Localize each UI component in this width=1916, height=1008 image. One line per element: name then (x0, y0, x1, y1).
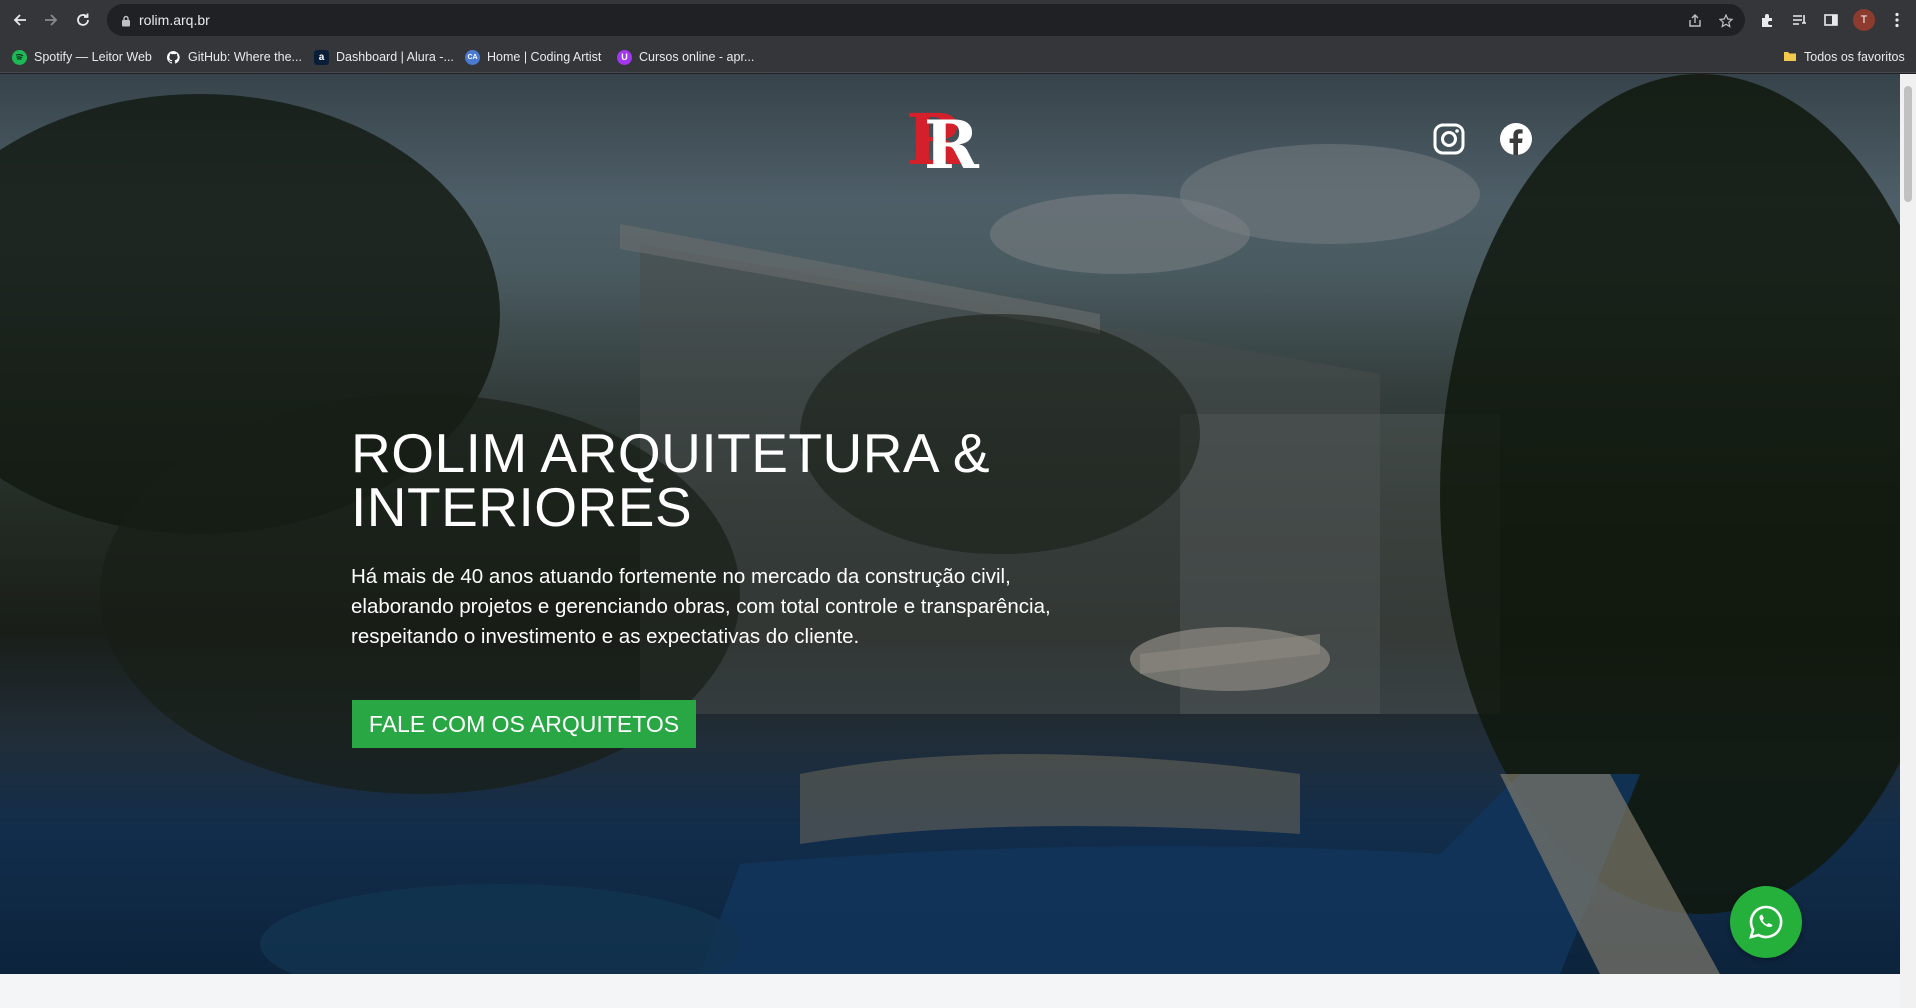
page-viewport: R R ROLIM ARQUITETURA & INTERIORES Há ma… (0, 74, 1916, 1008)
url-text: rolim.arq.br (139, 12, 210, 28)
bookmark-udemy[interactable]: U Cursos online - apr... (617, 47, 754, 67)
side-panel-icon[interactable] (1821, 10, 1841, 30)
bookmark-github[interactable]: GitHub: Where the... (166, 47, 302, 67)
back-arrow-icon[interactable] (9, 9, 31, 31)
whatsapp-button[interactable] (1730, 886, 1802, 958)
bookmark-label: GitHub: Where the... (188, 50, 302, 64)
all-bookmarks[interactable]: Todos os favoritos (1783, 47, 1905, 67)
extensions-icon[interactable] (1757, 10, 1777, 30)
browser-toolbar: rolim.arq.br T (0, 0, 1916, 40)
hero-section: R R ROLIM ARQUITETURA & INTERIORES Há ma… (0, 74, 1900, 974)
scrollbar-thumb[interactable] (1904, 86, 1912, 202)
bookmark-label: Cursos online - apr... (639, 50, 755, 64)
hero-subtitle: Há mais de 40 anos atuando fortemente no… (351, 565, 1051, 648)
bookmark-label: Home | Coding Artist (487, 50, 602, 64)
bookmark-alura[interactable]: a Dashboard | Alura -... (314, 47, 454, 67)
all-bookmarks-label: Todos os favoritos (1804, 50, 1905, 64)
spotify-icon (12, 49, 27, 65)
instagram-icon[interactable] (1432, 122, 1466, 156)
svg-text:R: R (924, 106, 980, 174)
whatsapp-icon (1749, 905, 1783, 939)
address-bar[interactable]: rolim.arq.br (107, 4, 1745, 36)
reading-list-icon[interactable] (1789, 10, 1809, 30)
udemy-icon: U (617, 49, 632, 65)
talk-to-architects-button[interactable]: FALE COM OS ARQUITETOS (352, 700, 696, 748)
bookmark-spotify[interactable]: Spotify — Leitor Web (12, 47, 152, 67)
page-scrollbar[interactable] (1900, 74, 1916, 1008)
github-icon (166, 49, 181, 65)
lock-icon (121, 14, 131, 32)
bookmark-label: Spotify — Leitor Web (34, 50, 152, 64)
facebook-icon[interactable] (1499, 122, 1533, 156)
star-icon[interactable] (1718, 13, 1734, 33)
share-icon[interactable] (1688, 14, 1702, 33)
forward-arrow-icon[interactable] (40, 9, 62, 31)
folder-icon (1783, 50, 1797, 65)
bookmarks-bar: Spotify — Leitor Web GitHub: Where the..… (0, 40, 1916, 73)
next-section-peek (0, 974, 1900, 1008)
reload-icon[interactable] (72, 9, 94, 31)
bookmark-label: Dashboard | Alura -... (336, 50, 454, 64)
profile-avatar[interactable]: T (1853, 9, 1875, 31)
hero-title: ROLIM ARQUITETURA & INTERIORES (351, 422, 991, 538)
alura-icon: a (314, 49, 329, 65)
coding-artist-icon: CA (465, 49, 480, 65)
rolim-logo[interactable]: R R (906, 98, 992, 174)
bookmark-coding-artist[interactable]: CA Home | Coding Artist (465, 47, 601, 67)
menu-dots-icon[interactable] (1887, 10, 1907, 30)
